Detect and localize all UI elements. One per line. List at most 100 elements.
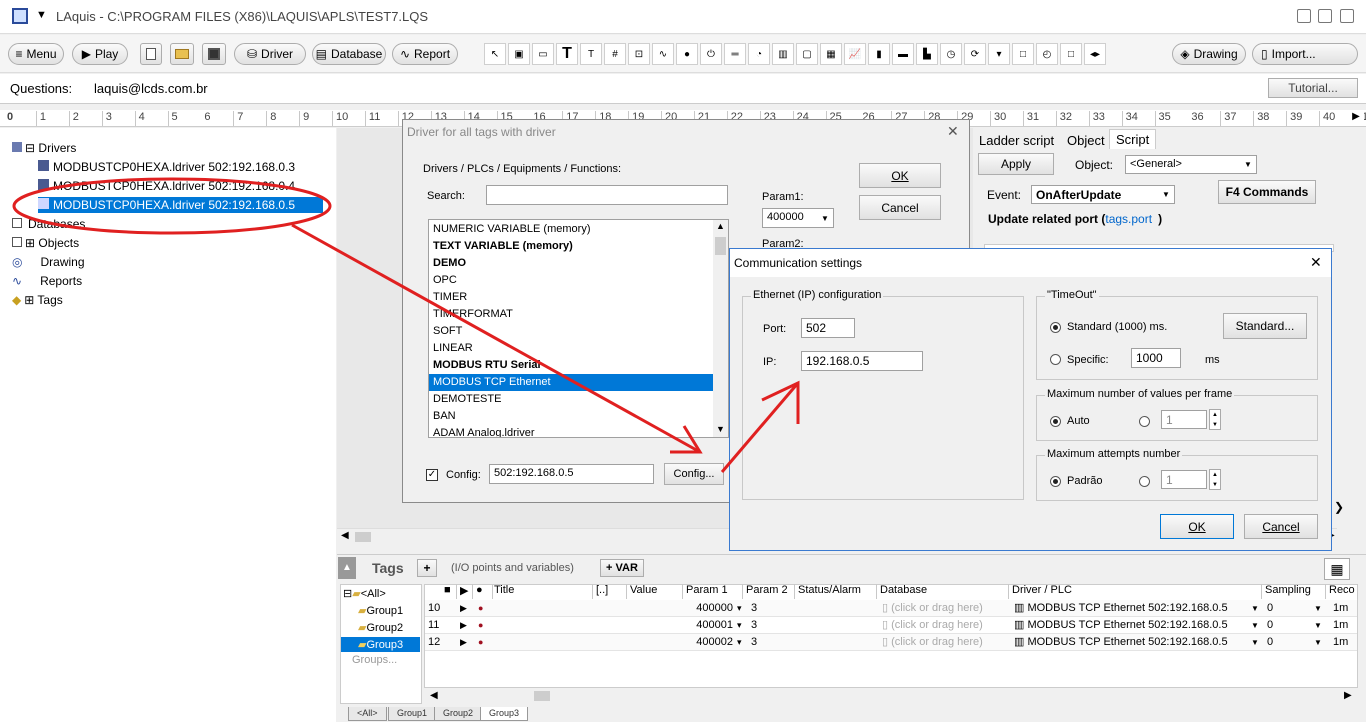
scroll-up-icon[interactable]: ▲	[716, 221, 725, 231]
ruler-cell[interactable]: 37	[1221, 111, 1255, 126]
ruler-cell[interactable]: 30	[991, 111, 1024, 126]
tree-driver-item[interactable]: MODBUSTCP0HEXA.ldriver 502:192.168.0.3	[38, 160, 295, 174]
app-icon[interactable]	[12, 8, 28, 24]
flag-tool-icon[interactable]: ▙	[916, 43, 938, 65]
f4-commands-button[interactable]: F4 Commands	[1218, 180, 1316, 204]
max-values-input[interactable]: 1	[1161, 410, 1207, 429]
scroll-right-icon[interactable]: ▶	[1344, 690, 1352, 701]
driver-list-item[interactable]: OPC	[429, 272, 714, 289]
tank-tool-icon[interactable]: ▥	[772, 43, 794, 65]
ruler-cell[interactable]: 36	[1188, 111, 1222, 126]
tag-reco-cell[interactable]: 1m	[1330, 600, 1358, 617]
open-folder-button[interactable]	[170, 43, 194, 65]
import-button[interactable]: ▯ Import...	[1252, 43, 1358, 65]
grid-column-header[interactable]: Reco	[1326, 584, 1358, 599]
grid-vscrollbar[interactable]	[1358, 560, 1366, 704]
expand-row-icon[interactable]: ▶	[457, 634, 473, 651]
text-big-tool-icon[interactable]: T	[556, 43, 578, 65]
attempts-input[interactable]: 1	[1161, 470, 1207, 489]
square-tool-icon[interactable]: □	[1060, 43, 1082, 65]
system-menu-chevron-icon[interactable]: ▼	[36, 9, 47, 21]
tree-reports[interactable]: ∿ Reports	[12, 274, 82, 288]
tag-param2-cell[interactable]: 3	[748, 617, 792, 634]
driver-list-item[interactable]: MODBUS RTU Serial	[429, 357, 714, 374]
tag-database-cell[interactable]: ▯ (click or drag here)	[879, 617, 1007, 634]
tag-id-cell[interactable]: 10	[425, 600, 457, 617]
driver-dropdown-icon[interactable]: ▼	[1249, 634, 1261, 651]
padrao-radio[interactable]	[1050, 476, 1061, 487]
ruler-cell[interactable]: 0	[4, 111, 37, 126]
tags-collapse-button[interactable]: ▲	[338, 557, 356, 579]
tag-param2-cell[interactable]: 3	[748, 600, 792, 617]
driver-list-item[interactable]: TEXT VARIABLE (memory)	[429, 238, 714, 255]
tag-sampling-cell[interactable]: 0	[1264, 634, 1314, 651]
event-select[interactable]: OnAfterUpdate ▼	[1031, 185, 1175, 204]
param1-dropdown-icon[interactable]: ▾	[737, 617, 745, 634]
button-tool-icon[interactable]: ▢	[796, 43, 818, 65]
box-tool-icon[interactable]: □	[1012, 43, 1034, 65]
tag-reco-cell[interactable]: 1m	[1330, 617, 1358, 634]
group-all[interactable]: ⊟▰<All>	[343, 587, 386, 600]
tag-status-cell[interactable]	[795, 617, 877, 634]
ruler-cell[interactable]: 7	[234, 111, 268, 126]
pipe-tool-icon[interactable]: ═	[724, 43, 746, 65]
window-tool-icon[interactable]: ▦	[820, 43, 842, 65]
param1-dropdown-icon[interactable]: ▾	[737, 634, 745, 651]
specific-timeout-radio[interactable]	[1050, 354, 1061, 365]
config-button[interactable]: Config...	[664, 463, 724, 485]
attempts-spinner-icon[interactable]: ▲ ▼	[1209, 469, 1221, 490]
switch-tool-icon[interactable]: ⏻	[700, 43, 722, 65]
comm-dialog-close-icon[interactable]: ✕	[1310, 254, 1322, 271]
param1-dropdown-icon[interactable]: ▾	[737, 600, 745, 617]
driver-list-item[interactable]: ADAM Analog.ldriver	[429, 425, 714, 437]
rotary-tool-icon[interactable]: ⟳	[964, 43, 986, 65]
group-item[interactable]: ▰Group2	[358, 621, 403, 634]
ruler-scroll-right-icon[interactable]: ▶	[1348, 111, 1364, 126]
ruler-cell[interactable]: 38	[1254, 111, 1288, 126]
driver-list-scrollbar[interactable]: ▲ ▼	[713, 220, 728, 437]
tag-value-cell[interactable]	[627, 600, 683, 617]
tab-ladder-script[interactable]: Ladder script	[979, 133, 1054, 148]
minimize-icon[interactable]	[1297, 9, 1311, 23]
grid-column-header[interactable]: [..]	[593, 584, 627, 599]
arrows-tool-icon[interactable]: ◂▸	[1084, 43, 1106, 65]
grid-column-header[interactable]: Status/Alarm	[795, 584, 877, 599]
tree-driver-item[interactable]: MODBUSTCP0HEXA.ldriver 502:192.168.0.4	[38, 179, 295, 193]
driver-dialog-close-icon[interactable]: ✕	[947, 123, 959, 140]
cursor-tool-icon[interactable]: ↖	[484, 43, 506, 65]
standard-button[interactable]: Standard...	[1223, 313, 1307, 339]
scroll-thumb[interactable]	[534, 691, 550, 701]
number-tool-icon[interactable]: #	[604, 43, 626, 65]
tag-value-cell[interactable]	[627, 617, 683, 634]
port-input[interactable]: 502	[801, 318, 855, 338]
driver-list-item[interactable]: TIMERFORMAT	[429, 306, 714, 323]
driver-dropdown-icon[interactable]: ▼	[1249, 600, 1261, 617]
driver-list-item[interactable]: DEMO	[429, 255, 714, 272]
tag-reco-cell[interactable]: 1m	[1330, 634, 1358, 651]
auto-radio[interactable]	[1050, 416, 1061, 427]
tree-drawing[interactable]: ◎ Drawing	[12, 255, 85, 269]
driver-list-item[interactable]: DEMOTESTE	[429, 391, 714, 408]
expand-row-icon[interactable]: ▶	[457, 600, 473, 617]
tree-driver-item-selected[interactable]: MODBUSTCP0HEXA.ldriver 502:192.168.0.5	[38, 197, 324, 213]
driver-dropdown-icon[interactable]: ▼	[1249, 617, 1261, 634]
expand-icon[interactable]: ⊞	[24, 293, 34, 307]
tag-status-cell[interactable]	[795, 600, 877, 617]
collapse-icon[interactable]: ⊟	[25, 141, 35, 155]
tag-param1-cell[interactable]: 400001	[683, 617, 737, 634]
comm-ok-button[interactable]: OK	[1160, 514, 1234, 539]
database-button[interactable]: ▤ Database	[312, 43, 386, 65]
trend-tool-icon[interactable]: 📈	[844, 43, 866, 65]
tag-driver-cell[interactable]: ▥ MODBUS TCP Ethernet 502:192.168.0.5	[1011, 617, 1251, 634]
questions-email[interactable]: laquis@lcds.com.br	[94, 81, 208, 96]
record-row-icon[interactable]: ●	[475, 634, 491, 651]
grid-column-header[interactable]: Value	[627, 584, 683, 599]
driver-ok-button[interactable]: OK	[859, 163, 941, 188]
comm-cancel-button[interactable]: Cancel	[1244, 514, 1318, 539]
grid-hscrollbar[interactable]: ◀ ▶	[424, 688, 1358, 704]
ruler-cell[interactable]: 4	[135, 111, 169, 126]
dial-tool-icon[interactable]: ◴	[1036, 43, 1058, 65]
specific-timeout-input[interactable]: 1000	[1131, 348, 1181, 368]
scroll-thumb[interactable]	[715, 237, 726, 255]
config-input[interactable]: 502:192.168.0.5	[489, 464, 654, 484]
